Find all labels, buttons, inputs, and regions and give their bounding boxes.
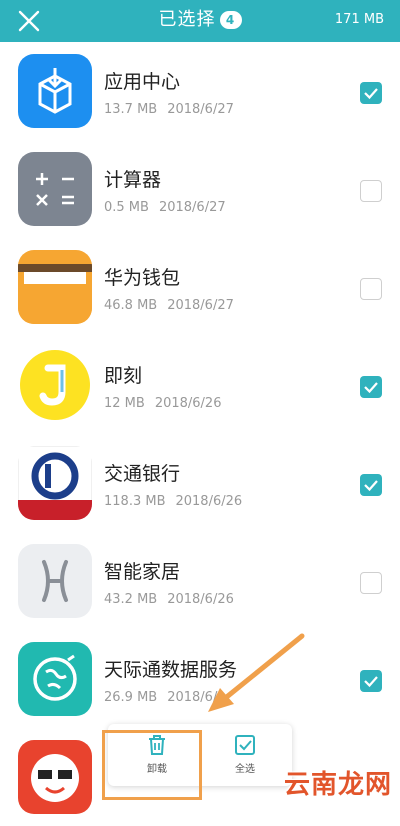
checkmark-icon — [364, 676, 378, 688]
app-size: 0.5 MB — [104, 200, 149, 215]
app-size: 46.8 MB — [104, 298, 158, 313]
list-item[interactable]: 交通银行 118.3 MB 2018/6/26 — [0, 434, 400, 532]
select-checkbox[interactable] — [360, 572, 382, 594]
app-size: 12 MB — [104, 396, 145, 411]
app-center-icon — [18, 54, 92, 128]
wallet-icon — [18, 250, 92, 324]
select-checkbox[interactable] — [360, 474, 382, 496]
app-size: 118.3 MB — [104, 494, 166, 509]
smart-home-icon — [18, 544, 92, 618]
globe-icon — [18, 642, 92, 716]
app-name: 交通银行 — [104, 463, 181, 485]
checkmark-icon — [364, 88, 378, 100]
app-meta: 43.2 MB 2018/6/26 — [104, 592, 234, 607]
app-date: 2018/6/27 — [167, 102, 234, 117]
app-name: 智能家居 — [104, 561, 181, 583]
list-item[interactable]: 即刻 12 MB 2018/6/26 — [0, 336, 400, 434]
list-item[interactable]: 应用中心 13.7 MB 2018/6/27 — [0, 42, 400, 140]
list-item[interactable]: 计算器 0.5 MB 2018/6/27 — [0, 140, 400, 238]
pointer-arrow-icon — [208, 633, 305, 712]
select-checkbox[interactable] — [360, 376, 382, 398]
total-size: 171 MB — [334, 12, 384, 27]
app-size: 43.2 MB — [104, 592, 158, 607]
j-app-icon — [18, 348, 92, 422]
app-meta: 12 MB 2018/6/26 — [104, 396, 221, 411]
emoji-app-icon — [18, 740, 92, 814]
list-item[interactable]: 智能家居 43.2 MB 2018/6/26 — [0, 532, 400, 630]
app-name: 即刻 — [104, 365, 143, 387]
app-name: 华为钱包 — [104, 267, 181, 289]
app-meta: 13.7 MB 2018/6/27 — [104, 102, 234, 117]
app-size: 26.9 MB — [104, 690, 158, 705]
select-checkbox[interactable] — [360, 670, 382, 692]
calculator-icon — [18, 152, 92, 226]
bank-icon — [18, 446, 92, 520]
title-text: 已选择 — [158, 9, 216, 30]
app-name: 应用中心 — [104, 71, 181, 93]
select-all-icon — [235, 735, 255, 755]
selected-count-badge: 4 — [219, 11, 242, 29]
checkmark-icon — [364, 480, 378, 492]
list-item[interactable]: 华为钱包 46.8 MB 2018/6/27 — [0, 238, 400, 336]
app-name: 计算器 — [104, 169, 162, 191]
app-size: 13.7 MB — [104, 102, 158, 117]
select-all-button[interactable]: 全选 — [210, 728, 280, 784]
app-date: 2018/6/26 — [167, 592, 234, 607]
select-checkbox[interactable] — [360, 82, 382, 104]
app-meta: 118.3 MB 2018/6/26 — [104, 494, 242, 509]
select-checkbox[interactable] — [360, 278, 382, 300]
app-date: 2018/6/27 — [158, 200, 226, 215]
select-checkbox[interactable] — [360, 180, 382, 202]
app-date: 2018/6/26 — [154, 396, 222, 411]
app-meta: 46.8 MB 2018/6/27 — [104, 298, 234, 313]
app-date: 2018/6/26 — [175, 494, 243, 509]
top-bar: 已选择 4 171 MB — [0, 0, 400, 42]
watermark: 云南龙网 — [283, 770, 392, 800]
select-all-label: 全选 — [235, 764, 255, 775]
app-meta: 0.5 MB 2018/6/27 — [104, 200, 226, 215]
checkmark-icon — [364, 382, 378, 394]
highlight-box — [102, 730, 202, 800]
app-date: 2018/6/27 — [167, 298, 234, 313]
